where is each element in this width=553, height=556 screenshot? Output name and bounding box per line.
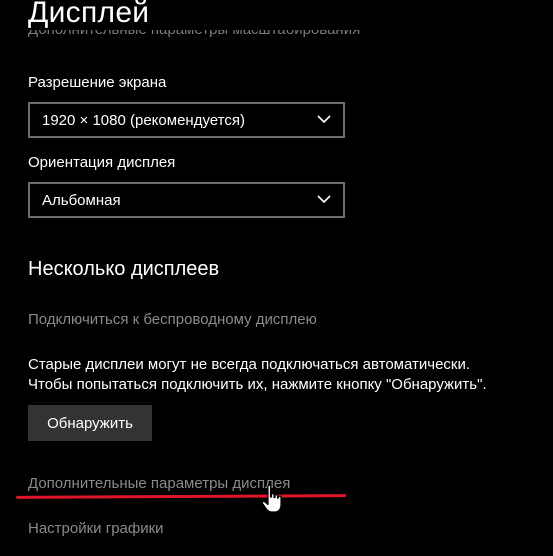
hand-pointer-icon [261, 484, 282, 513]
resolution-dropdown[interactable]: 1920 × 1080 (рекомендуется) [28, 102, 345, 138]
multiple-displays-heading: Несколько дисплеев [28, 258, 220, 280]
chevron-down-icon [317, 195, 331, 204]
page-title: Дисплей [28, 0, 150, 29]
detect-description-line-1: Старые дисплеи могут не всегда подключат… [28, 356, 471, 373]
orientation-dropdown[interactable]: Альбомная [28, 182, 345, 218]
advanced-display-settings-link[interactable]: Дополнительные параметры дисплея [28, 475, 290, 492]
detect-button[interactable]: Обнаружить [28, 405, 152, 441]
orientation-label: Ориентация дисплея [28, 154, 176, 171]
graphics-settings-link[interactable]: Настройки графики [28, 520, 164, 537]
detect-description: Старые дисплеи могут не всегда подключат… [28, 355, 487, 395]
resolution-value: 1920 × 1080 (рекомендуется) [42, 111, 245, 129]
chevron-down-icon [317, 115, 331, 124]
connect-wireless-display-link[interactable]: Подключиться к беспроводному дисплею [28, 311, 317, 328]
resolution-label: Разрешение экрана [28, 74, 167, 91]
advanced-scaling-link-partial[interactable]: Дополнительные параметры масштабирования [28, 30, 388, 42]
orientation-value: Альбомная [42, 191, 121, 209]
detect-description-line-2: Чтобы попытаться подключить их, нажмите … [28, 376, 487, 393]
annotation-underline [15, 494, 347, 499]
advanced-scaling-link-text: Дополнительные параметры масштабирования [28, 30, 360, 38]
